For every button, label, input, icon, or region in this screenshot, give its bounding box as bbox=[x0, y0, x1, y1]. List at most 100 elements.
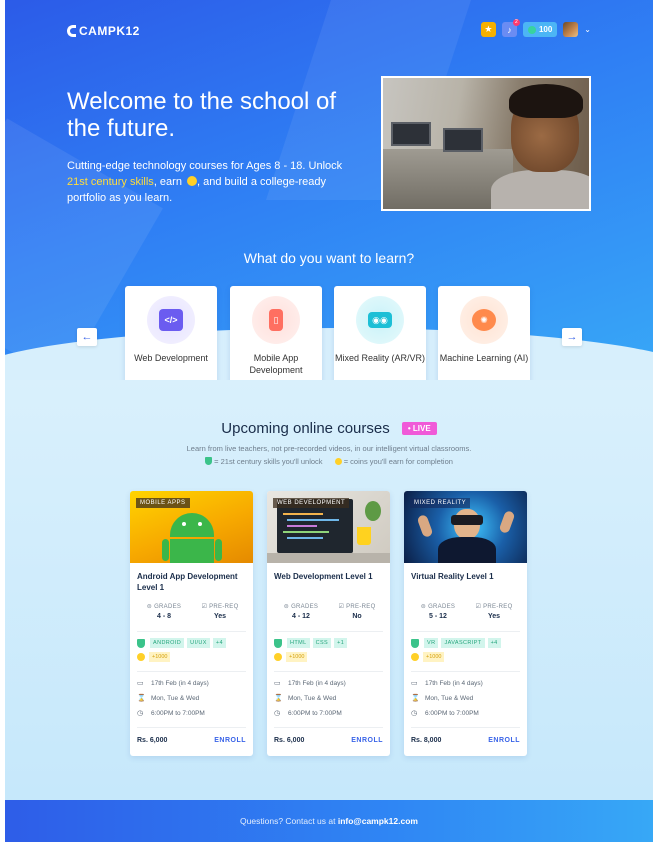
schedule-date-text: 17th Feb (in 4 days) bbox=[288, 680, 346, 687]
schedule-time: ◷ 6:00PM to 7:00PM bbox=[274, 710, 342, 717]
live-badge: • LIVE bbox=[401, 422, 437, 435]
footer: Questions? Contact us at info@campk12.co… bbox=[5, 800, 653, 842]
course-image: WEB DEVELOPMENT bbox=[267, 491, 390, 563]
code-line bbox=[287, 537, 323, 539]
skills-link[interactable]: 21st century skills bbox=[67, 176, 154, 188]
code-line bbox=[287, 525, 317, 527]
next-arrow-button[interactable]: → bbox=[562, 328, 582, 346]
prereq-col: ☑ PRE-REQ Yes bbox=[466, 603, 522, 620]
prereq-icon: ☑ bbox=[201, 604, 210, 610]
plant bbox=[365, 501, 381, 521]
prereq-label-text: PRE-REQ bbox=[346, 604, 376, 610]
course-card[interactable]: MOBILE APPS Android App Development Leve… bbox=[130, 491, 253, 756]
vr-headset-icon: ◉◉ bbox=[368, 312, 392, 328]
code-line bbox=[283, 531, 329, 533]
grades-icon: ⊜ bbox=[146, 604, 155, 610]
divider bbox=[137, 727, 246, 728]
skill-chip: JAVASCRIPT bbox=[441, 638, 485, 648]
hero-subtitle-text: , earn bbox=[153, 176, 185, 188]
skill-tags: VR JAVASCRIPT +4 bbox=[411, 638, 523, 648]
prereq-label-text: PRE-REQ bbox=[483, 604, 513, 610]
course-card[interactable]: MIXED REALITY Virtual Reality Level 1 ⊜ … bbox=[404, 491, 527, 756]
upcoming-subtitle: Learn from live teachers, not pre-record… bbox=[186, 444, 472, 453]
coins-chip: +1000 bbox=[286, 652, 308, 662]
divider bbox=[411, 727, 520, 728]
enroll-button[interactable]: ENROLL bbox=[351, 737, 383, 744]
course-price: Rs. 8,000 bbox=[411, 737, 442, 744]
person-hand bbox=[416, 513, 434, 539]
course-price: Rs. 6,000 bbox=[137, 737, 168, 744]
grades-icon: ⊜ bbox=[283, 604, 292, 610]
skill-chip: VR bbox=[424, 638, 439, 648]
code-line bbox=[287, 519, 339, 521]
trophy-icon[interactable]: ★ bbox=[480, 22, 496, 37]
avatar[interactable] bbox=[563, 22, 579, 37]
clock-icon: ◷ bbox=[274, 710, 281, 717]
prev-arrow-button[interactable]: ← bbox=[77, 328, 97, 346]
hero-title: Welcome to the school of the future. bbox=[67, 88, 337, 142]
category-label: Machine Learning (AI) bbox=[439, 353, 529, 363]
chevron-down-icon[interactable]: ⌄ bbox=[584, 25, 591, 34]
course-price: Rs. 6,000 bbox=[274, 737, 305, 744]
notification-bell-icon[interactable]: ♪ 2 bbox=[501, 19, 520, 37]
enroll-button[interactable]: ENROLL bbox=[488, 737, 520, 744]
category-icon-bg: ◉◉ bbox=[356, 296, 404, 344]
legend-coins-text: = coins you'll earn for completion bbox=[343, 457, 453, 466]
coins-reward: +1000 bbox=[274, 652, 308, 662]
coins-chip: +1000 bbox=[149, 652, 171, 662]
enroll-button[interactable]: ENROLL bbox=[214, 737, 246, 744]
schedule-time: ◷ 6:00PM to 7:00PM bbox=[137, 710, 205, 717]
coin-icon bbox=[137, 653, 145, 661]
photo-shirt bbox=[491, 170, 589, 209]
course-category-tag: MIXED REALITY bbox=[410, 498, 471, 508]
category-card-web-development[interactable]: </> Web Development bbox=[125, 286, 217, 380]
grades-label-text: GRADES bbox=[154, 604, 182, 610]
prereq-col: ☑ PRE-REQ No bbox=[329, 603, 385, 620]
course-title[interactable]: Virtual Reality Level 1 bbox=[411, 571, 523, 582]
schedule-days: ⌛ Mon, Tue & Wed bbox=[137, 695, 199, 702]
android-head bbox=[170, 513, 214, 537]
schedule-time-text: 6:00PM to 7:00PM bbox=[151, 710, 205, 717]
grades-value: 4 - 12 bbox=[292, 613, 310, 620]
grades-label-text: GRADES bbox=[291, 604, 319, 610]
course-category-tag: WEB DEVELOPMENT bbox=[273, 498, 350, 508]
coins-reward: +1000 bbox=[137, 652, 171, 662]
skill-chip: +1 bbox=[334, 638, 348, 648]
logo[interactable]: CAMPK12 bbox=[67, 24, 140, 38]
category-icon-bg: ▯ bbox=[252, 296, 300, 344]
contact-email-link[interactable]: info@campk12.com bbox=[338, 816, 418, 826]
prereq-label-text: PRE-REQ bbox=[209, 604, 239, 610]
learn-title: What do you want to learn? bbox=[243, 250, 415, 266]
course-image: MIXED REALITY bbox=[404, 491, 527, 563]
category-card-mobile-app[interactable]: ▯ Mobile App Development bbox=[230, 286, 322, 380]
grades-label-text: GRADES bbox=[428, 604, 456, 610]
hourglass-icon: ⌛ bbox=[411, 695, 420, 702]
page: CAMPK12 ★ ♪ 2 100 ⌄ Welcome to the schoo… bbox=[5, 0, 653, 842]
coins-reward: +1000 bbox=[411, 652, 445, 662]
android-arm bbox=[162, 539, 169, 561]
category-label: Mobile App Development bbox=[249, 353, 303, 375]
category-card-mixed-reality[interactable]: ◉◉ Mixed Reality (AR/VR) bbox=[334, 286, 426, 380]
course-card[interactable]: WEB DEVELOPMENT Web Development Level 1 … bbox=[267, 491, 390, 756]
footer-text: Questions? Contact us at bbox=[240, 816, 338, 826]
laptop-base bbox=[267, 553, 390, 563]
schedule-date: ▭ 17th Feb (in 4 days) bbox=[274, 680, 346, 687]
grades-value: 4 - 8 bbox=[156, 613, 171, 620]
coin-icon bbox=[274, 653, 282, 661]
logo-icon bbox=[67, 25, 76, 37]
photo-monitor bbox=[391, 122, 431, 146]
grades-label: ⊜ GRADES bbox=[273, 603, 329, 610]
course-title[interactable]: Android App Development Level 1 bbox=[137, 571, 249, 593]
course-category-tag: MOBILE APPS bbox=[136, 498, 190, 508]
coin-icon bbox=[411, 653, 419, 661]
clock-icon: ◷ bbox=[137, 710, 144, 717]
divider bbox=[137, 631, 246, 632]
android-eye bbox=[182, 522, 186, 526]
clock-icon: ◷ bbox=[411, 710, 418, 717]
course-title[interactable]: Web Development Level 1 bbox=[274, 571, 386, 582]
category-card-machine-learning[interactable]: ✺ Machine Learning (AI) bbox=[438, 286, 530, 380]
coins-balance[interactable]: 100 bbox=[522, 22, 558, 37]
grades-icon: ⊜ bbox=[420, 604, 429, 610]
divider bbox=[274, 727, 383, 728]
skill-chip: +4 bbox=[212, 638, 226, 648]
